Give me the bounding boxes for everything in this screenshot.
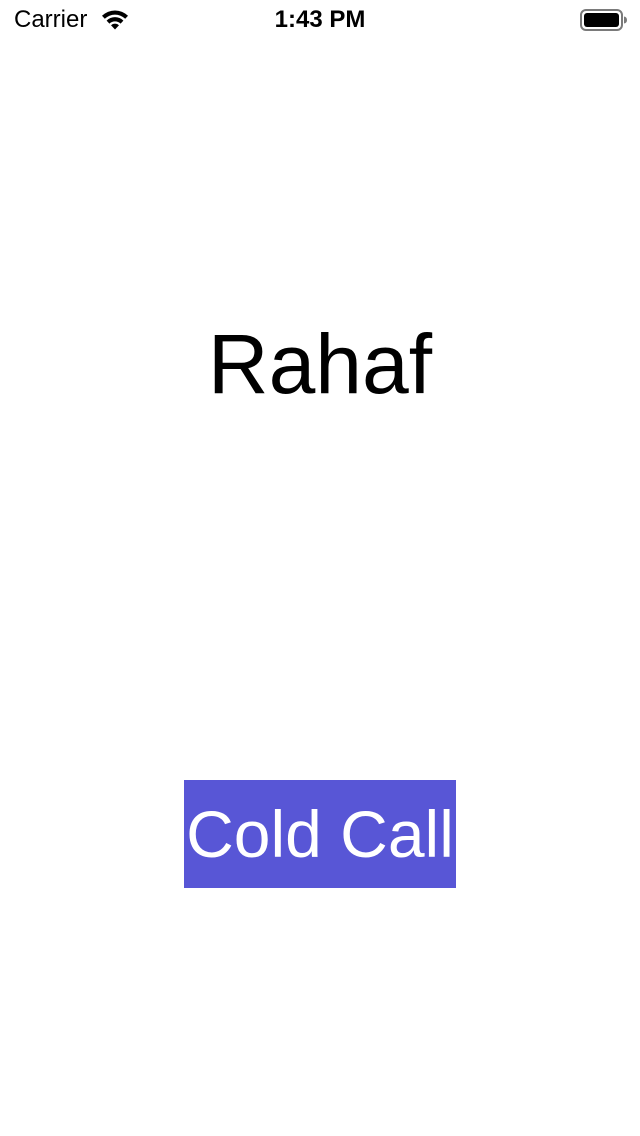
battery-icon	[580, 9, 627, 31]
status-time: 1:43 PM	[274, 6, 366, 33]
cold-call-button[interactable]: Cold Call	[184, 780, 456, 888]
name-label: Rahaf	[207, 317, 433, 411]
status-bar: Carrier 1:43 PM	[0, 0, 640, 40]
app-screen: Carrier 1:43 PM Rahaf Cold Call	[0, 0, 640, 1136]
